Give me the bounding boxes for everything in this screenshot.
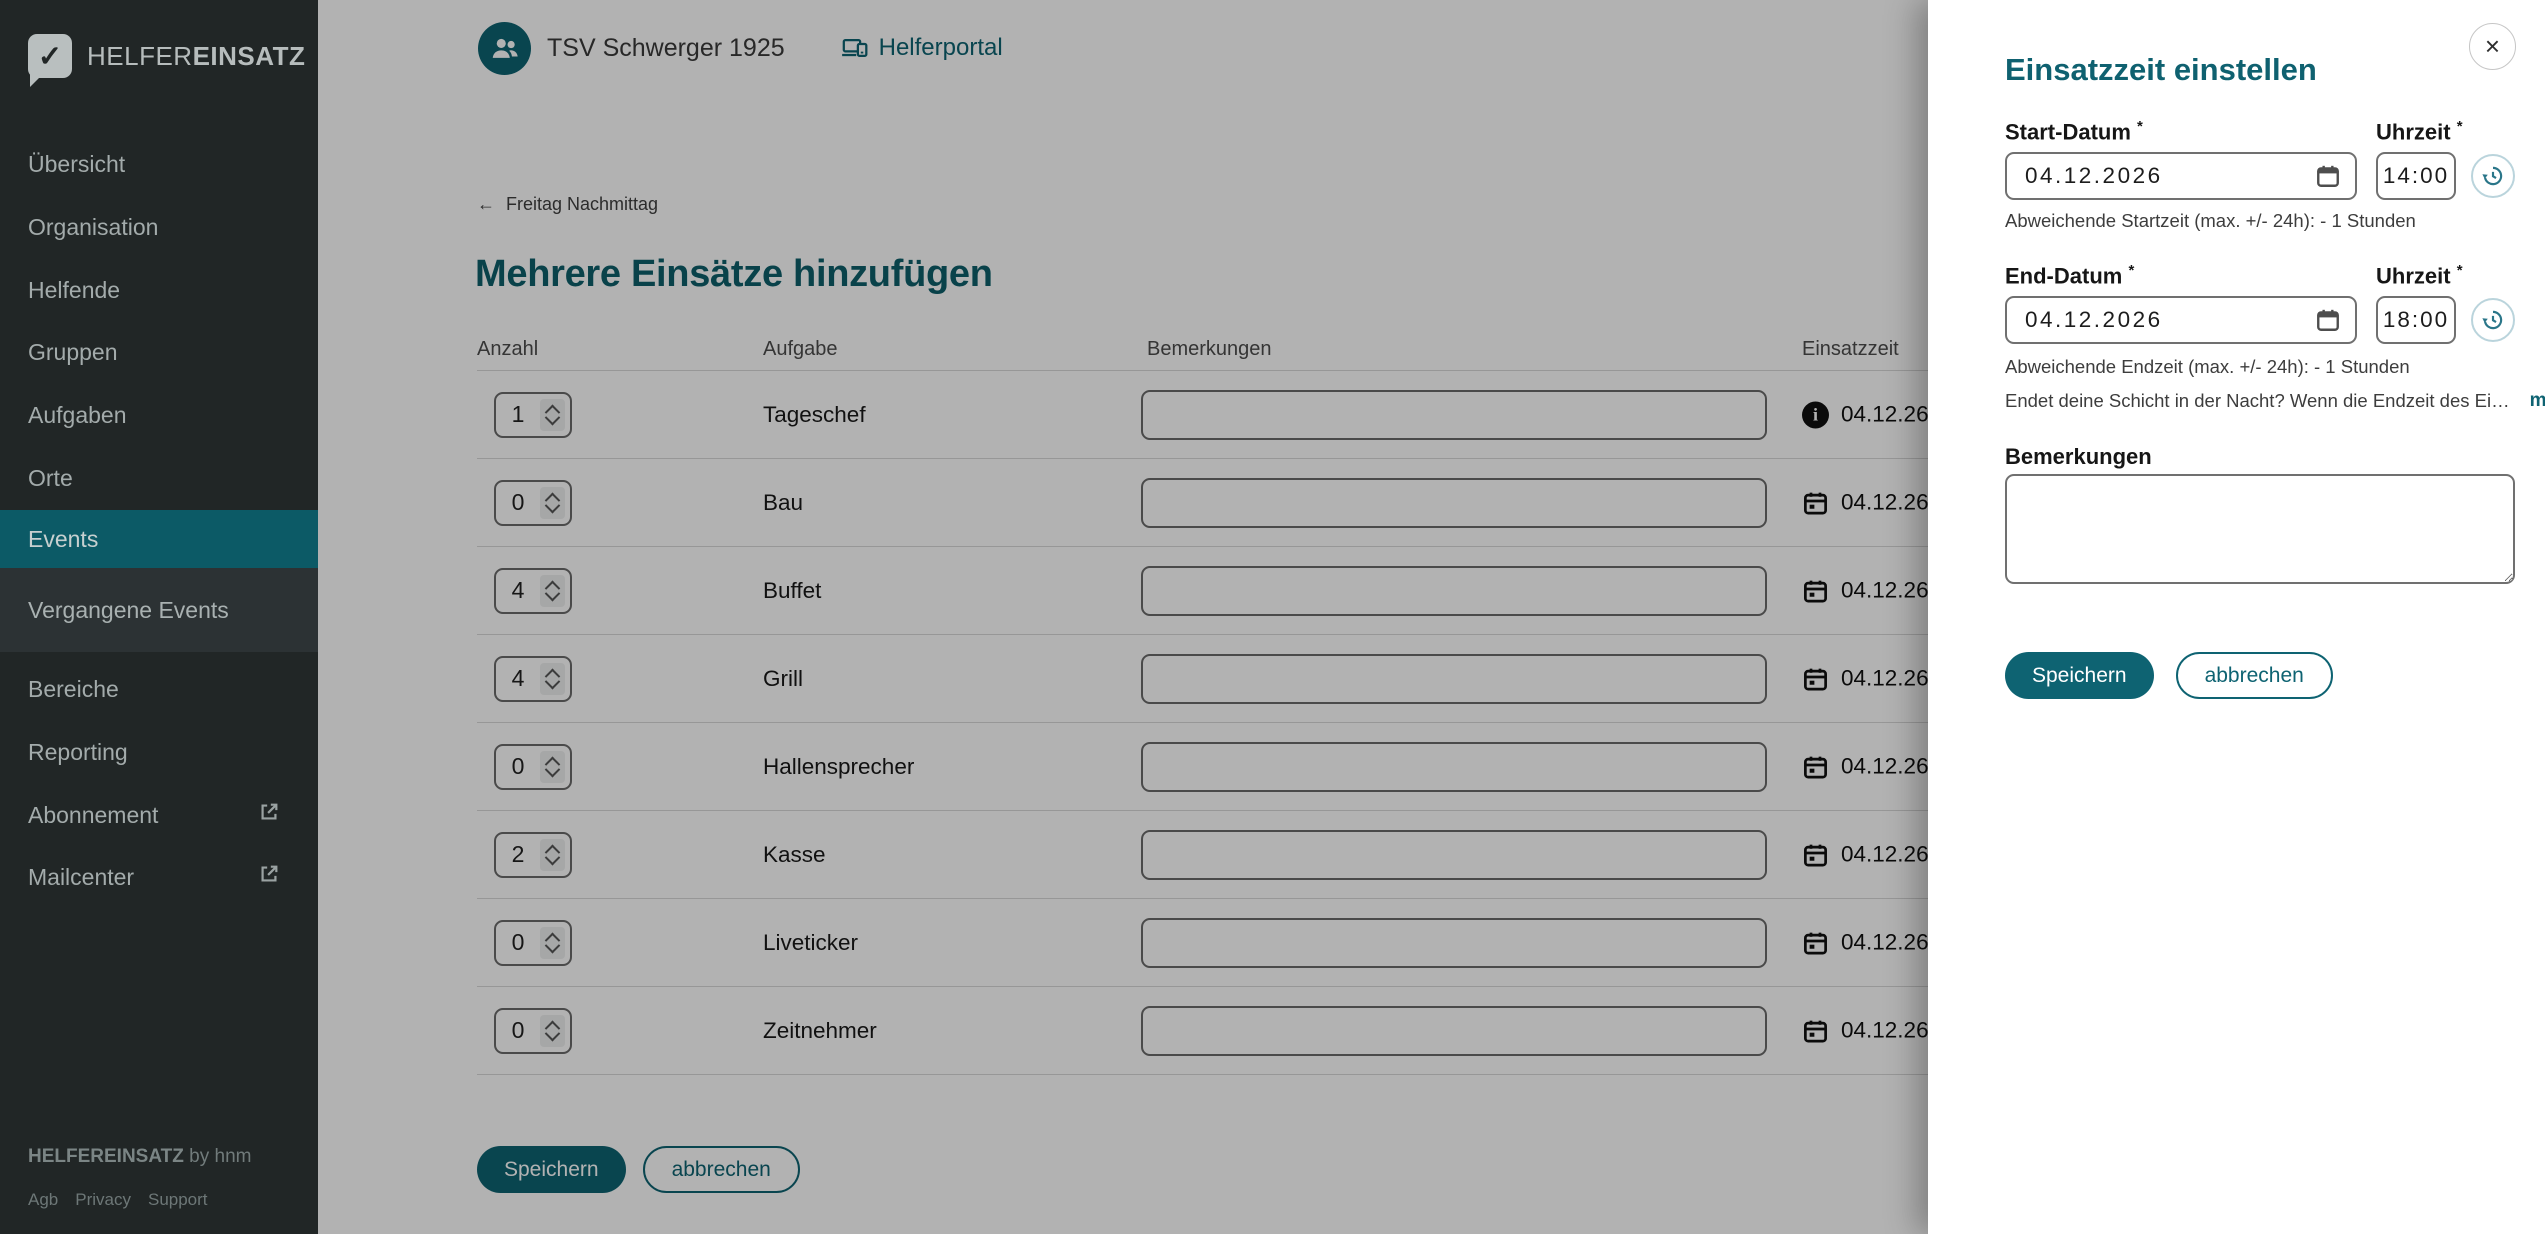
panel-actions: Speichern abbrechen [2005, 652, 2333, 699]
sidebar-item-reporting[interactable]: Reporting [0, 728, 318, 776]
history-reset-icon [2480, 163, 2506, 189]
sidebar-item-orte[interactable]: Orte [0, 454, 318, 502]
reset-end-time-button[interactable] [2471, 298, 2515, 342]
more-link[interactable]: mehr [2530, 390, 2545, 412]
end-hint: Abweichende Endzeit (max. +/- 24h): - 1 … [2005, 356, 2410, 378]
end-time-field[interactable]: 18:00 [2376, 296, 2456, 344]
night-shift-text: Endet deine Schicht in der Nacht? Wenn d… [2005, 390, 2510, 412]
sidebar-item-label: Mailcenter [28, 864, 134, 890]
check-bubble-icon: ✓ [28, 34, 72, 78]
sidebar-footer-links: Agb Privacy Support [28, 1190, 208, 1210]
sidebar: ✓ HELFEREINSATZ Übersicht Organisation H… [0, 0, 318, 1234]
sidebar-item-label: Abonnement [28, 802, 158, 828]
sidebar-item-uebersicht[interactable]: Übersicht [0, 140, 318, 188]
calendar-icon [2315, 163, 2341, 189]
calendar-icon [2315, 307, 2341, 333]
sidebar-item-aufgaben[interactable]: Aufgaben [0, 391, 318, 439]
end-time-value: 18:00 [2383, 307, 2449, 333]
end-date-value: 04.12.2026 [2025, 307, 2315, 333]
brand-text: HELFEREINSATZ [87, 41, 305, 72]
start-date-value: 04.12.2026 [2025, 163, 2315, 189]
sidebar-item-helfende[interactable]: Helfende [0, 266, 318, 314]
end-time-label: Uhrzeit * [2376, 262, 2463, 289]
night-shift-hint: Endet deine Schicht in der Nacht? Wenn d… [2005, 390, 2545, 412]
history-reset-icon [2480, 307, 2506, 333]
agb-link[interactable]: Agb [28, 1190, 58, 1210]
reset-start-time-button[interactable] [2471, 154, 2515, 198]
external-link-icon [258, 853, 280, 901]
remarks-textarea[interactable] [2005, 474, 2515, 584]
start-date-field[interactable]: 04.12.2026 [2005, 152, 2357, 200]
sidebar-item-bereiche[interactable]: Bereiche [0, 665, 318, 713]
sidebar-item-events[interactable]: Events [0, 510, 318, 568]
start-date-label: Start-Datum * [2005, 118, 2143, 145]
start-hint: Abweichende Startzeit (max. +/- 24h): - … [2005, 210, 2416, 232]
external-link-icon [258, 791, 280, 839]
sidebar-item-vergangene-events[interactable]: Vergangene Events [0, 568, 318, 652]
sidebar-item-organisation[interactable]: Organisation [0, 203, 318, 251]
app-logo: ✓ HELFEREINSATZ [28, 34, 305, 78]
start-time-label: Uhrzeit * [2376, 118, 2463, 145]
panel-save-button[interactable]: Speichern [2005, 652, 2154, 699]
close-icon[interactable]: × [2469, 23, 2516, 70]
support-link[interactable]: Support [148, 1190, 208, 1210]
einsatzzeit-panel: Einsatzzeit einstellen × Start-Datum * U… [1928, 0, 2545, 1234]
end-date-label: End-Datum * [2005, 262, 2134, 289]
sidebar-footer-brand: HELFEREINSATZ by hnm [28, 1146, 251, 1168]
start-time-value: 14:00 [2383, 163, 2449, 189]
remarks-label: Bemerkungen [2005, 444, 2152, 470]
end-date-field[interactable]: 04.12.2026 [2005, 296, 2357, 344]
privacy-link[interactable]: Privacy [75, 1190, 131, 1210]
sidebar-item-gruppen[interactable]: Gruppen [0, 328, 318, 376]
screen: ✓ HELFEREINSATZ Übersicht Organisation H… [0, 0, 2545, 1234]
sidebar-item-mailcenter[interactable]: Mailcenter [0, 853, 318, 901]
start-time-field[interactable]: 14:00 [2376, 152, 2456, 200]
sidebar-item-abonnement[interactable]: Abonnement [0, 791, 318, 839]
panel-cancel-button[interactable]: abbrechen [2176, 652, 2333, 699]
panel-title: Einsatzzeit einstellen [2005, 52, 2317, 88]
